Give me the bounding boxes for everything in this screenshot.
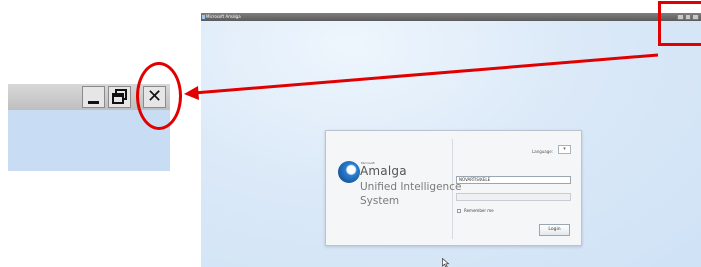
remember-me-label: Remember me [464, 208, 494, 213]
remember-me-checkbox[interactable] [457, 209, 461, 213]
chevron-down-icon: ▾ [563, 146, 566, 152]
amalga-logo-icon [338, 161, 360, 183]
login-card: Microsoft Amalga Unified Intelligence Sy… [325, 130, 582, 246]
login-button[interactable]: Login [539, 224, 570, 236]
brand-tagline-2: System [360, 195, 400, 207]
language-select[interactable]: ▾ [558, 145, 571, 154]
app-window: Microsoft Amalga Microsoft Amalga Unifie… [201, 13, 701, 267]
app-title: Microsoft Amalga [206, 14, 241, 19]
username-input[interactable]: NOVARTIS\KELE [456, 176, 571, 184]
mouse-pointer-icon [442, 258, 450, 267]
language-label: Language: [532, 149, 554, 154]
app-icon [202, 15, 205, 19]
app-titlebar: Microsoft Amalga [201, 13, 701, 21]
password-input[interactable] [456, 193, 571, 201]
window-controls-highlight [658, 1, 701, 46]
brand-name: Amalga [360, 164, 407, 178]
restore-icon [112, 89, 127, 104]
minimize-button[interactable] [82, 86, 105, 108]
close-button-highlight-circle [136, 62, 182, 130]
restore-button[interactable] [108, 86, 131, 108]
brand-tagline-1: Unified Intelligence [360, 181, 462, 193]
minimize-icon [88, 101, 99, 104]
